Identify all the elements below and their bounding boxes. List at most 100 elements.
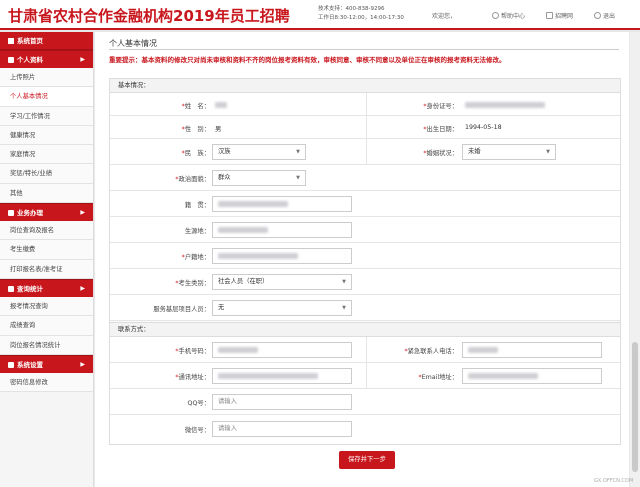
qq-label: QQ号： <box>187 400 210 407</box>
home-icon <box>8 38 14 44</box>
chevron-right-icon: ▶ <box>80 360 85 368</box>
native-input[interactable] <box>212 196 352 212</box>
sidebar-item-print[interactable]: 打印报名表/准考证 <box>0 259 93 279</box>
mobile-label: *手机号码： <box>175 348 210 355</box>
chevron-down-icon: ▼ <box>342 305 346 311</box>
page-title: 个人基本情况 <box>109 39 157 48</box>
site-title: 甘肃省农村合作金融机构2019年员工招聘 <box>8 7 290 25</box>
address-value-redacted <box>218 373 318 379</box>
sidebar-item-other[interactable]: 其他 <box>0 183 93 204</box>
sidebar-item-health[interactable]: 健康情况 <box>0 125 93 146</box>
grassroots-label: 服务基层项目人员： <box>153 306 210 313</box>
help-center-link[interactable]: 帮助中心 <box>492 11 525 20</box>
sidebar-item-payment[interactable]: 考生缴费 <box>0 240 93 260</box>
address-input[interactable] <box>212 368 352 384</box>
sidebar-item-study-work[interactable]: 学习/工作情况 <box>0 106 93 126</box>
sidebar-item-family[interactable]: 家庭情况 <box>0 145 93 165</box>
ethnicity-selected: 汉族 <box>218 148 231 155</box>
wechat-label: 微信号： <box>184 427 210 434</box>
row-native-place: 籍 贯： <box>110 191 620 217</box>
sidebar-item-basic-info[interactable]: 个人基本情况 <box>0 87 93 107</box>
section-label: 查询统计 <box>17 284 43 293</box>
sidebar-section-profile[interactable]: 个人资料 ▶ <box>0 50 93 68</box>
address-label: *通讯地址： <box>175 374 210 381</box>
sidebar-section-stats[interactable]: 查询统计 ▶ <box>0 278 93 297</box>
grassroots-selected: 无 <box>218 304 225 311</box>
name-value-redacted <box>215 102 227 108</box>
emergency-input[interactable] <box>462 342 602 358</box>
contact-panel: 联系方式： *手机号码： *紧急联系人电话： *通讯地址： *Email地址： <box>109 322 621 445</box>
hukou-input[interactable] <box>212 248 352 264</box>
qq-input[interactable]: 请输入 <box>212 394 352 410</box>
row-birthplace: 生源地： <box>110 217 620 243</box>
marital-selected: 未婚 <box>468 148 481 155</box>
briefcase-icon <box>8 210 14 217</box>
id-value-redacted <box>465 102 545 108</box>
sidebar-home[interactable]: 系统首页 <box>0 32 93 50</box>
sidebar-home-label: 系统首页 <box>17 37 43 45</box>
chevron-down-icon: ▼ <box>296 175 300 181</box>
category-select[interactable]: 社会人员（在职） ▼ <box>212 274 352 290</box>
political-label: *政治面貌： <box>175 176 210 183</box>
logout-link[interactable]: 退出 <box>594 11 615 20</box>
basic-info-panel: 基本情况： *姓 名： *身份证号： *性 别： 男 *出生日期： 1994-0… <box>109 78 621 344</box>
help-icon <box>492 12 499 19</box>
chevron-right-icon: ▶ <box>80 56 85 63</box>
political-select[interactable]: 群众 ▼ <box>212 170 306 186</box>
sidebar: 系统首页 个人资料 ▶ 上传照片 个人基本情况 学习/工作情况 健康情况 家庭情… <box>0 32 94 487</box>
support-phone: 技术支持：400-838-9296 <box>318 6 385 12</box>
wechat-input[interactable]: 请输入 <box>212 421 352 437</box>
title-divider <box>109 49 619 50</box>
birthplace-input[interactable] <box>212 222 352 238</box>
column-divider <box>366 93 367 116</box>
recruit-link[interactable]: 招聘网 <box>546 11 573 20</box>
sidebar-item-upload-photo[interactable]: 上传照片 <box>0 68 93 88</box>
sidebar-section-business[interactable]: 业务办理 ▶ <box>0 203 93 222</box>
welcome-text: 欢迎您， <box>432 13 457 20</box>
political-selected: 群众 <box>218 174 231 181</box>
save-next-button[interactable]: 保存并下一步 <box>339 451 395 469</box>
help-center-label: 帮助中心 <box>501 13 526 20</box>
ethnicity-select[interactable]: 汉族 ▼ <box>212 144 306 160</box>
chevron-down-icon: ▼ <box>296 149 300 155</box>
sidebar-item-job-query[interactable]: 岗位查询及报名 <box>0 221 93 241</box>
support-info: 技术支持：400-838-9296 工作日8:30-12:00，14:00-17… <box>318 5 404 23</box>
sidebar-section-settings[interactable]: 系统设置 ▶ <box>0 354 93 373</box>
row-political: *政治面貌： 群众 ▼ <box>110 165 620 191</box>
ethnicity-label: *民 族： <box>181 150 210 157</box>
birthplace-value-redacted <box>218 227 268 233</box>
hukou-value-redacted <box>218 253 298 259</box>
row-category: *考生类别： 社会人员（在职） ▼ <box>110 269 620 295</box>
scrollbar-thumb[interactable] <box>632 342 638 472</box>
birthplace-label: 生源地： <box>184 228 210 235</box>
grassroots-select[interactable]: 无 ▼ <box>212 300 352 316</box>
sidebar-item-job-stats[interactable]: 岗位报名情况统计 <box>0 335 93 355</box>
user-icon <box>8 57 14 63</box>
column-divider <box>366 116 367 139</box>
power-icon <box>594 12 601 19</box>
sidebar-item-awards[interactable]: 奖惩/特长/业绩 <box>0 164 93 184</box>
gender-label: *性 别： <box>181 126 210 133</box>
row-qq: QQ号： 请输入 <box>110 389 620 415</box>
native-label: 籍 贯： <box>184 202 210 209</box>
email-label: *Email地址： <box>418 374 458 381</box>
emergency-value-redacted <box>468 347 498 353</box>
email-input[interactable] <box>462 368 602 384</box>
marital-select[interactable]: 未婚 ▼ <box>462 144 556 160</box>
sidebar-item-score-query[interactable]: 成绩查询 <box>0 316 93 336</box>
gender-value: 男 <box>215 126 222 133</box>
section-label: 个人资料 <box>17 56 43 64</box>
column-divider <box>366 139 367 165</box>
vertical-scrollbar[interactable] <box>630 32 640 487</box>
sidebar-item-apply-query[interactable]: 报考情况查询 <box>0 296 93 317</box>
chart-icon <box>8 285 14 292</box>
marital-label: *婚姻状况： <box>423 150 458 157</box>
row-name-id: *姓 名： *身份证号： <box>110 93 620 116</box>
sidebar-item-password[interactable]: 密码信息修改 <box>0 372 93 393</box>
native-value-redacted <box>218 201 288 207</box>
mobile-input[interactable] <box>212 342 352 358</box>
emergency-label: *紧急联系人电话： <box>404 348 458 355</box>
mobile-value-redacted <box>218 347 258 353</box>
row-ethnicity-marital: *民 族： 汉族 ▼ *婚姻状况： 未婚 ▼ <box>110 139 620 165</box>
category-label: *考生类别： <box>175 280 210 287</box>
